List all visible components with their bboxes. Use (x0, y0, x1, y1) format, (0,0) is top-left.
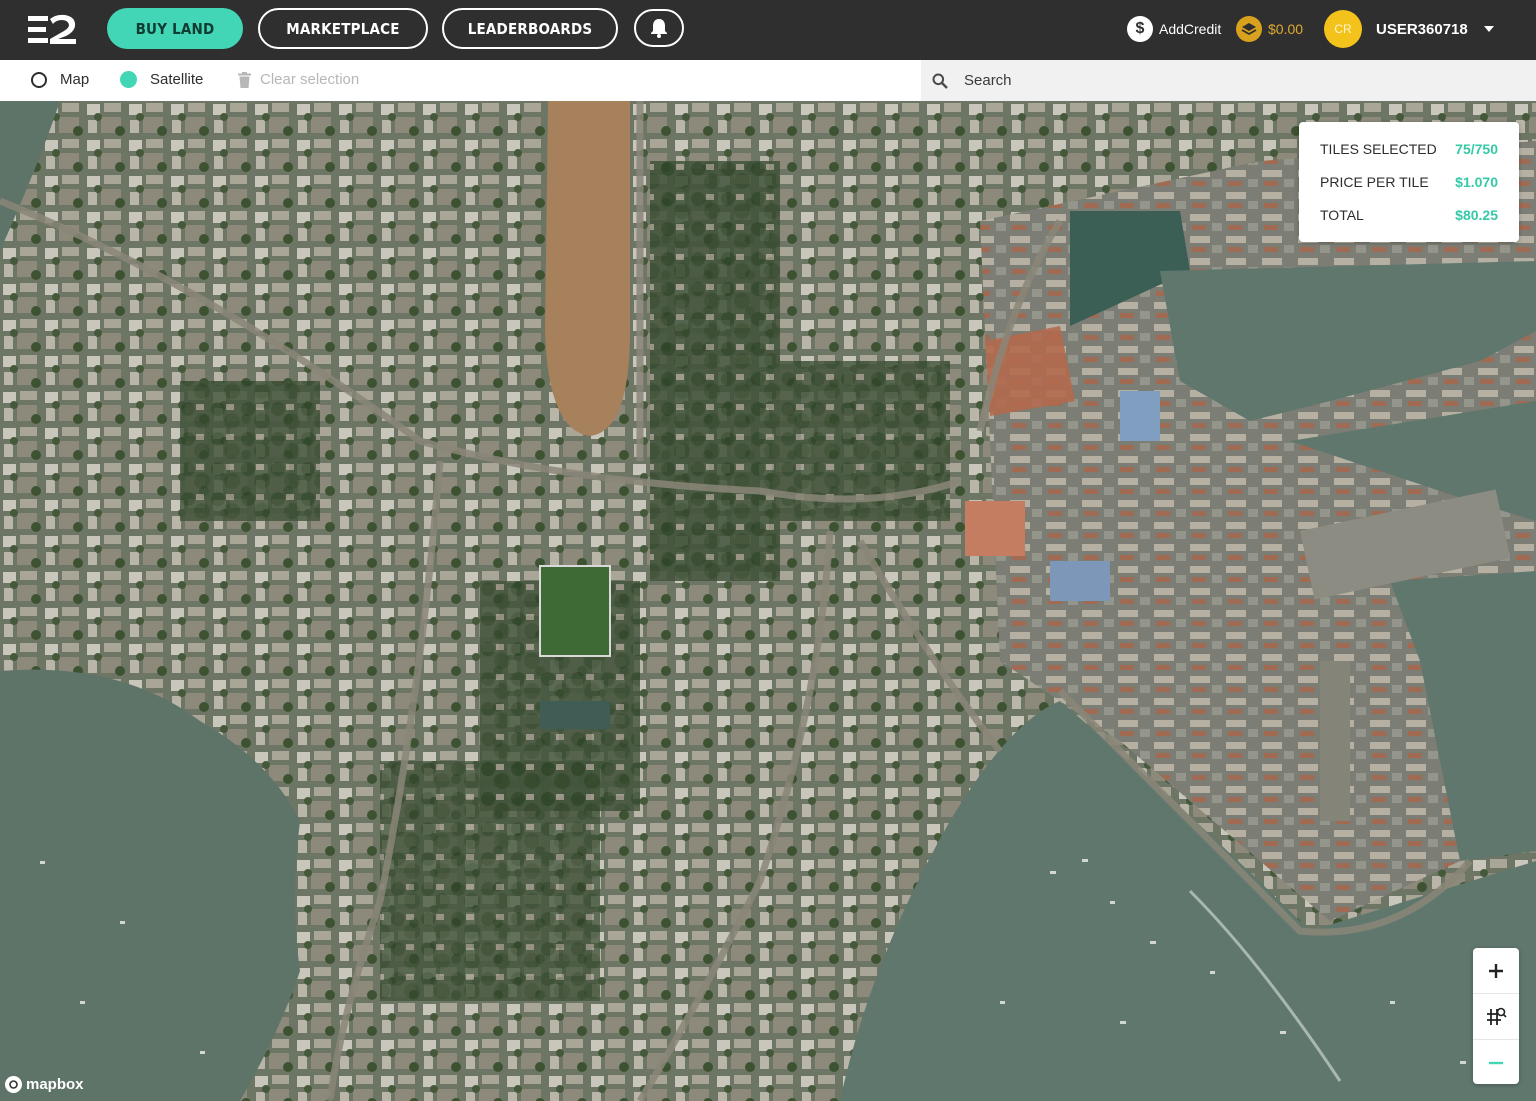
price-per-tile-row: PRICE PER TILE $1.070 (1320, 174, 1498, 190)
tiles-selected-row: TILES SELECTED 75/750 (1320, 141, 1498, 157)
username: USER360718 (1376, 20, 1468, 38)
logo[interactable] (26, 14, 78, 46)
avatar: CR (1324, 10, 1362, 48)
marketplace-button[interactable]: MARKETPLACE (258, 8, 428, 49)
search-input[interactable] (962, 71, 1506, 90)
zoom-out-button[interactable] (1473, 1040, 1519, 1085)
clear-selection-button[interactable]: Clear selection (238, 71, 359, 88)
wallet-balance: $0.00 (1236, 16, 1303, 42)
bell-icon (651, 19, 667, 38)
add-credit-label: AddCredit (1159, 21, 1222, 37)
total-label: TOTAL (1320, 207, 1364, 223)
satellite-view-label: Satellite (150, 71, 204, 88)
buy-land-button[interactable]: BUY LAND (107, 8, 243, 49)
chevron-down-icon (1483, 26, 1494, 32)
grid-search-icon (1487, 1007, 1507, 1025)
user-menu[interactable]: CR USER360718 (1324, 10, 1494, 48)
map-toolbar: Map Satellite Clear selection (0, 60, 1536, 102)
radio-checked-icon (120, 71, 137, 88)
mapbox-icon (5, 1076, 22, 1093)
coin-icon (1236, 16, 1262, 42)
satellite-view-radio[interactable]: Satellite (120, 71, 203, 88)
leaderboards-button[interactable]: LEADERBOARDS (442, 8, 618, 49)
map-view-radio[interactable]: Map (31, 71, 89, 88)
dollar-icon: $ (1127, 16, 1153, 42)
zoom-controls (1473, 948, 1519, 1084)
price-per-tile-value: $1.070 (1455, 174, 1498, 190)
satellite-map[interactable] (0, 101, 1536, 1101)
mapbox-attribution[interactable]: mapbox (5, 1076, 84, 1093)
zoom-in-button[interactable] (1473, 948, 1519, 993)
add-credit-button[interactable]: $ AddCredit (1127, 16, 1221, 42)
tiles-selected-value: 75/750 (1455, 141, 1498, 157)
trash-icon (238, 71, 251, 88)
radio-unchecked-icon (31, 71, 47, 88)
search-icon (932, 73, 948, 89)
satellite-imagery (0, 101, 1536, 1101)
tiles-selected-label: TILES SELECTED (1320, 141, 1437, 157)
total-row: TOTAL $80.25 (1320, 207, 1498, 223)
plus-icon (1489, 963, 1503, 978)
top-nav: BUY LAND MARKETPLACE LEADERBOARDS $ AddC… (0, 0, 1536, 60)
price-per-tile-label: PRICE PER TILE (1320, 174, 1429, 190)
map-view-label: Map (60, 71, 90, 88)
balance-value: $0.00 (1268, 21, 1304, 37)
clear-selection-label: Clear selection (260, 71, 360, 88)
notifications-button[interactable] (634, 9, 684, 47)
grid-search-button[interactable] (1473, 994, 1519, 1039)
minus-icon (1489, 1061, 1503, 1064)
search-bar (921, 60, 1536, 101)
mapbox-label: mapbox (26, 1076, 84, 1093)
selection-stats-panel: TILES SELECTED 75/750 PRICE PER TILE $1.… (1299, 122, 1519, 242)
total-value: $80.25 (1455, 207, 1498, 223)
